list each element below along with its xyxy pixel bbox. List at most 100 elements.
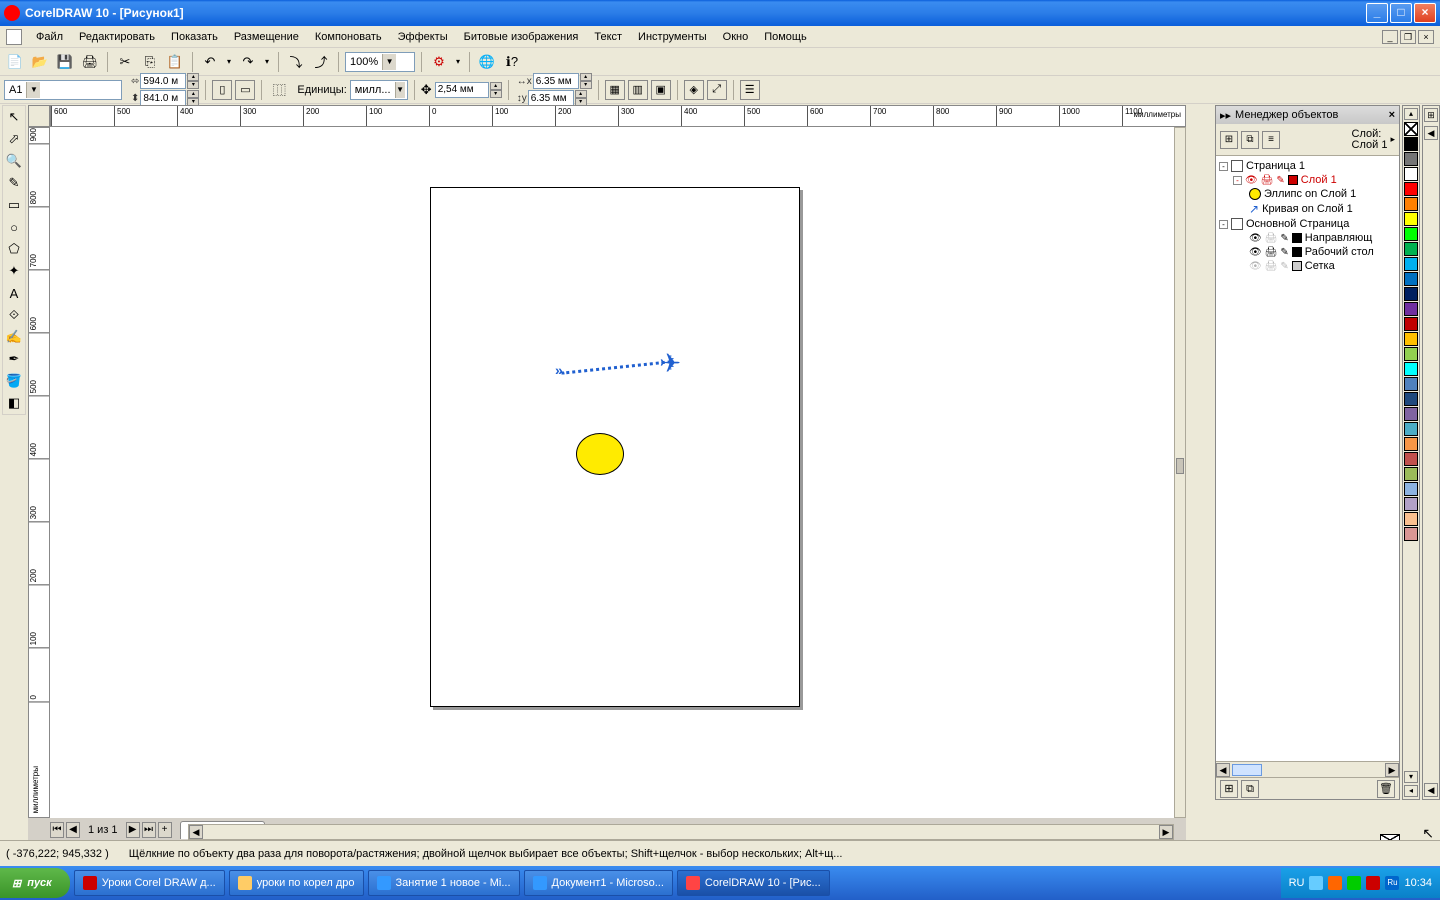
- docker-titlebar[interactable]: ▸▸ Менеджер объектов ×: [1216, 106, 1399, 124]
- whats-this-button[interactable]: ℹ?: [501, 51, 523, 73]
- save-button[interactable]: 💾: [54, 51, 76, 73]
- color-swatch[interactable]: [1404, 167, 1418, 181]
- paste-button[interactable]: 📋: [164, 51, 186, 73]
- visible-icon[interactable]: 👁: [1245, 175, 1258, 186]
- color-swatch[interactable]: [1404, 302, 1418, 316]
- color-swatch[interactable]: [1404, 437, 1418, 451]
- mdi-close-button[interactable]: ×: [1418, 30, 1434, 44]
- color-swatch[interactable]: [1404, 362, 1418, 376]
- nudge-up[interactable]: ▴: [490, 82, 502, 90]
- dup-x-input[interactable]: [533, 73, 579, 89]
- docker-hscroll-thumb[interactable]: [1232, 764, 1262, 776]
- docker-collapse-top[interactable]: ◀: [1424, 126, 1438, 140]
- new-button[interactable]: 📄: [4, 51, 26, 73]
- tree-layer1-row[interactable]: - 👁 🖨 ✎ Слой 1: [1219, 173, 1396, 187]
- new-layer-button[interactable]: ⊞: [1220, 780, 1238, 798]
- units-arrow[interactable]: ▼: [395, 82, 405, 98]
- color-swatch[interactable]: [1404, 452, 1418, 466]
- language-indicator[interactable]: RU: [1289, 877, 1305, 889]
- menu-bitmaps[interactable]: Битовые изображения: [456, 29, 587, 45]
- basic-shapes-tool[interactable]: ✦: [3, 260, 25, 282]
- no-color-swatch[interactable]: [1404, 122, 1418, 136]
- zoom-combo[interactable]: 100% ▼: [345, 52, 415, 72]
- color-swatch[interactable]: [1404, 332, 1418, 346]
- paper-size-arrow[interactable]: ▼: [26, 82, 40, 98]
- color-swatch[interactable]: [1404, 242, 1418, 256]
- docker-hscroll-left[interactable]: ◀: [1216, 763, 1230, 777]
- interactive-fill-tool[interactable]: ◧: [3, 392, 25, 414]
- taskbar-item-4[interactable]: CorelDRAW 10 - [Рис...: [677, 870, 830, 896]
- printable-icon[interactable]: 🖨: [1265, 233, 1278, 244]
- nudge-input[interactable]: [435, 82, 489, 98]
- mdi-minimize-button[interactable]: _: [1382, 30, 1398, 44]
- docker-close-button[interactable]: ×: [1389, 109, 1395, 121]
- system-tray[interactable]: RU Ru 10:34: [1281, 868, 1440, 898]
- color-swatch[interactable]: [1404, 227, 1418, 241]
- color-swatch[interactable]: [1404, 287, 1418, 301]
- docker-options-button[interactable]: ▸: [1390, 134, 1395, 145]
- page-height-spin[interactable]: ⬍ ▴▾: [129, 90, 199, 106]
- layer-manager-view-button[interactable]: ≡: [1262, 131, 1280, 149]
- tree-desktop-row[interactable]: 👁 🖨 ✎ Рабочий стол: [1219, 245, 1396, 259]
- tree-ellipse-row[interactable]: Эллипс on Слой 1: [1219, 187, 1396, 201]
- color-swatch[interactable]: [1404, 152, 1418, 166]
- zoom-tool[interactable]: 🔍: [3, 150, 25, 172]
- freehand-tool[interactable]: ✎: [3, 172, 25, 194]
- app-launcher-arrow[interactable]: ▾: [453, 51, 463, 73]
- printable-icon[interactable]: 🖨: [1261, 175, 1274, 186]
- tray-icon-2[interactable]: [1328, 876, 1342, 890]
- dup-y-input[interactable]: [528, 90, 574, 106]
- open-button[interactable]: 📂: [29, 51, 51, 73]
- docker-collapse-bottom[interactable]: ◀: [1424, 783, 1438, 797]
- menu-effects[interactable]: Эффекты: [390, 29, 456, 45]
- ellipse-object[interactable]: [576, 433, 624, 475]
- menu-view[interactable]: Показать: [163, 29, 226, 45]
- layer-color-swatch[interactable]: [1292, 247, 1302, 257]
- palette-up-button[interactable]: ▴: [1404, 108, 1418, 120]
- cut-button[interactable]: ✂: [114, 51, 136, 73]
- horizontal-ruler[interactable]: 6005004003002001000100200300400500600700…: [50, 105, 1186, 127]
- menu-layout[interactable]: Размещение: [226, 29, 307, 45]
- expand-icon[interactable]: -: [1219, 162, 1228, 171]
- color-swatch[interactable]: [1404, 392, 1418, 406]
- palette-flyout-button[interactable]: ◂: [1404, 785, 1418, 797]
- width-up[interactable]: ▴: [187, 73, 199, 81]
- options-button[interactable]: ☰: [740, 80, 760, 100]
- printable-icon[interactable]: 🖨: [1265, 247, 1278, 258]
- interactive-blend-tool[interactable]: ⟐: [3, 304, 25, 326]
- tree-grid-row[interactable]: 👁 🖨 ✎ Сетка: [1219, 259, 1396, 273]
- height-up[interactable]: ▴: [187, 90, 199, 98]
- app-launcher-button[interactable]: ⚙: [428, 51, 450, 73]
- editable-icon[interactable]: ✎: [1276, 175, 1284, 186]
- menu-help[interactable]: Помощь: [756, 29, 815, 45]
- nudge-down[interactable]: ▾: [490, 90, 502, 98]
- snap-guides-button[interactable]: ▥: [628, 80, 648, 100]
- dynamic-guides-button[interactable]: ⤢: [707, 80, 727, 100]
- fill-tool[interactable]: 🪣: [3, 370, 25, 392]
- tray-lang-icon[interactable]: Ru: [1385, 876, 1399, 890]
- portrait-button[interactable]: ▯: [212, 80, 232, 100]
- text-tool[interactable]: A: [3, 282, 25, 304]
- color-swatch[interactable]: [1404, 467, 1418, 481]
- zoom-dropdown-arrow[interactable]: ▼: [382, 54, 396, 70]
- tree-master-row[interactable]: - Основной Страница: [1219, 217, 1396, 231]
- undo-dropdown[interactable]: ▾: [224, 51, 234, 73]
- taskbar-item-2[interactable]: Занятие 1 новое - Mi...: [368, 870, 520, 896]
- page-width-input[interactable]: [140, 73, 186, 89]
- width-down[interactable]: ▾: [187, 81, 199, 89]
- docker-hscroll[interactable]: ◀ ▶: [1216, 761, 1399, 777]
- color-swatch[interactable]: [1404, 137, 1418, 151]
- first-page-button[interactable]: ⏮: [50, 822, 64, 838]
- print-button[interactable]: 🖨: [79, 51, 101, 73]
- tree-guides-row[interactable]: 👁 🖨 ✎ Направляющ: [1219, 231, 1396, 245]
- menu-window[interactable]: Окно: [715, 29, 757, 45]
- close-button[interactable]: ×: [1414, 3, 1436, 23]
- units-combo[interactable]: милл... ▼: [350, 80, 408, 100]
- ruler-origin[interactable]: [28, 105, 50, 127]
- layer-color-swatch[interactable]: [1292, 261, 1302, 271]
- treat-as-filled-button[interactable]: ◈: [684, 80, 704, 100]
- taskbar-item-3[interactable]: Документ1 - Microso...: [524, 870, 673, 896]
- docker-expand-button[interactable]: ⊞: [1424, 108, 1438, 122]
- all-pages-button[interactable]: ⿲: [268, 79, 290, 101]
- snap-grid-button[interactable]: ▦: [605, 80, 625, 100]
